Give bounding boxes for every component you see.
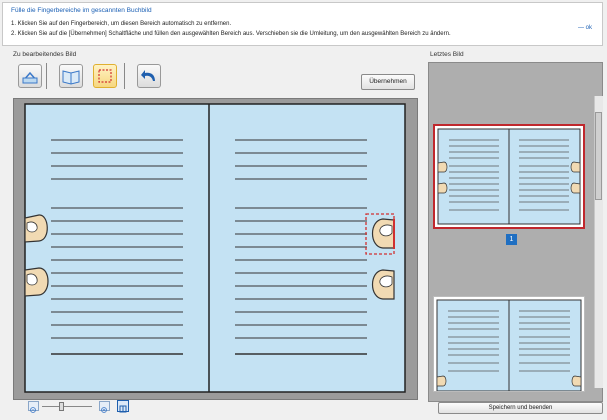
instructions-step-2: 2. Klicken Sie auf die [Übernehmen] Scha…: [11, 31, 451, 37]
book-scan-icon: [22, 71, 38, 84]
page-number-badge: 1: [506, 234, 517, 245]
select-area-button[interactable]: [93, 64, 117, 88]
zoom-in-button[interactable]: [99, 401, 110, 413]
instructions-more-link[interactable]: — ok: [578, 25, 592, 31]
apply-button[interactable]: Übernehmen: [361, 74, 415, 90]
finger-left-upper[interactable]: [24, 214, 48, 243]
zoom-slider-thumb[interactable]: [59, 402, 64, 411]
edit-image-label: Zu bearbeitendes Bild: [13, 51, 77, 58]
fit-page-icon: [119, 405, 127, 413]
undo-button[interactable]: [137, 64, 161, 88]
page-view-button[interactable]: [59, 64, 83, 88]
page-thumbnail-1[interactable]: [433, 124, 585, 229]
instructions-title: Fülle die Fingerbereiche im gescannten B…: [11, 7, 152, 14]
last-image-label: Letztes Bild: [430, 51, 464, 58]
toolbar-separator: [46, 63, 47, 89]
finger-left-lower[interactable]: [24, 267, 49, 297]
thumbnail-image: [437, 128, 581, 225]
fit-page-button[interactable]: [117, 400, 129, 413]
undo-icon: [141, 70, 155, 81]
scrollbar-thumb[interactable]: [595, 112, 602, 200]
selection-icon: [98, 69, 112, 83]
instructions-panel: Fülle die Fingerbereiche im gescannten B…: [2, 2, 603, 46]
thumbnail-image: [436, 299, 582, 392]
instructions-step-1: 1. Klicken Sie auf den Fingerbereich, um…: [11, 21, 232, 27]
zoom-out-button[interactable]: [28, 401, 39, 413]
page-thumbnail-2[interactable]: [433, 296, 585, 392]
save-and-exit-button[interactable]: Speichern und beenden: [438, 402, 603, 414]
zoom-slider-track[interactable]: [42, 406, 92, 407]
open-book-icon: [62, 70, 80, 85]
book-page-image[interactable]: [13, 98, 418, 400]
finger-right-lower[interactable]: [371, 269, 395, 300]
toolbar-separator: [124, 63, 125, 89]
auto-detect-button[interactable]: [18, 64, 42, 88]
